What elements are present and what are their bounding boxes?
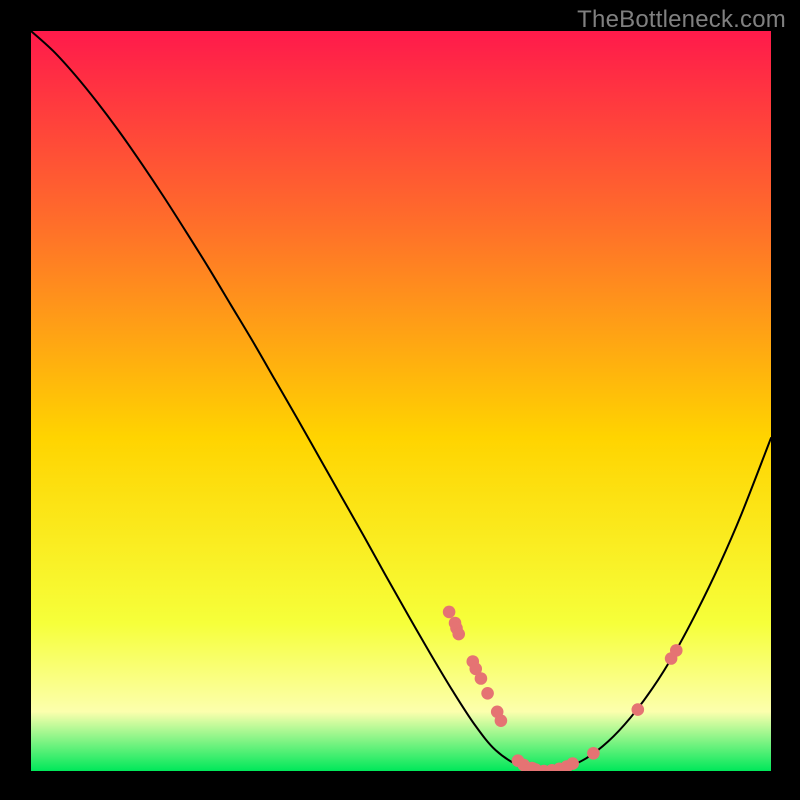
chart-background [31, 31, 771, 771]
data-marker [632, 703, 645, 716]
data-marker [481, 687, 494, 700]
chart-svg [31, 31, 771, 771]
chart-frame: TheBottleneck.com [0, 0, 800, 800]
data-marker [587, 747, 600, 760]
data-marker [443, 606, 456, 619]
data-marker [452, 628, 465, 641]
data-marker [495, 714, 508, 727]
data-marker [566, 757, 579, 770]
watermark-label: TheBottleneck.com [577, 6, 786, 34]
data-marker [670, 644, 683, 657]
plot-area [31, 31, 771, 771]
data-marker [475, 672, 488, 685]
